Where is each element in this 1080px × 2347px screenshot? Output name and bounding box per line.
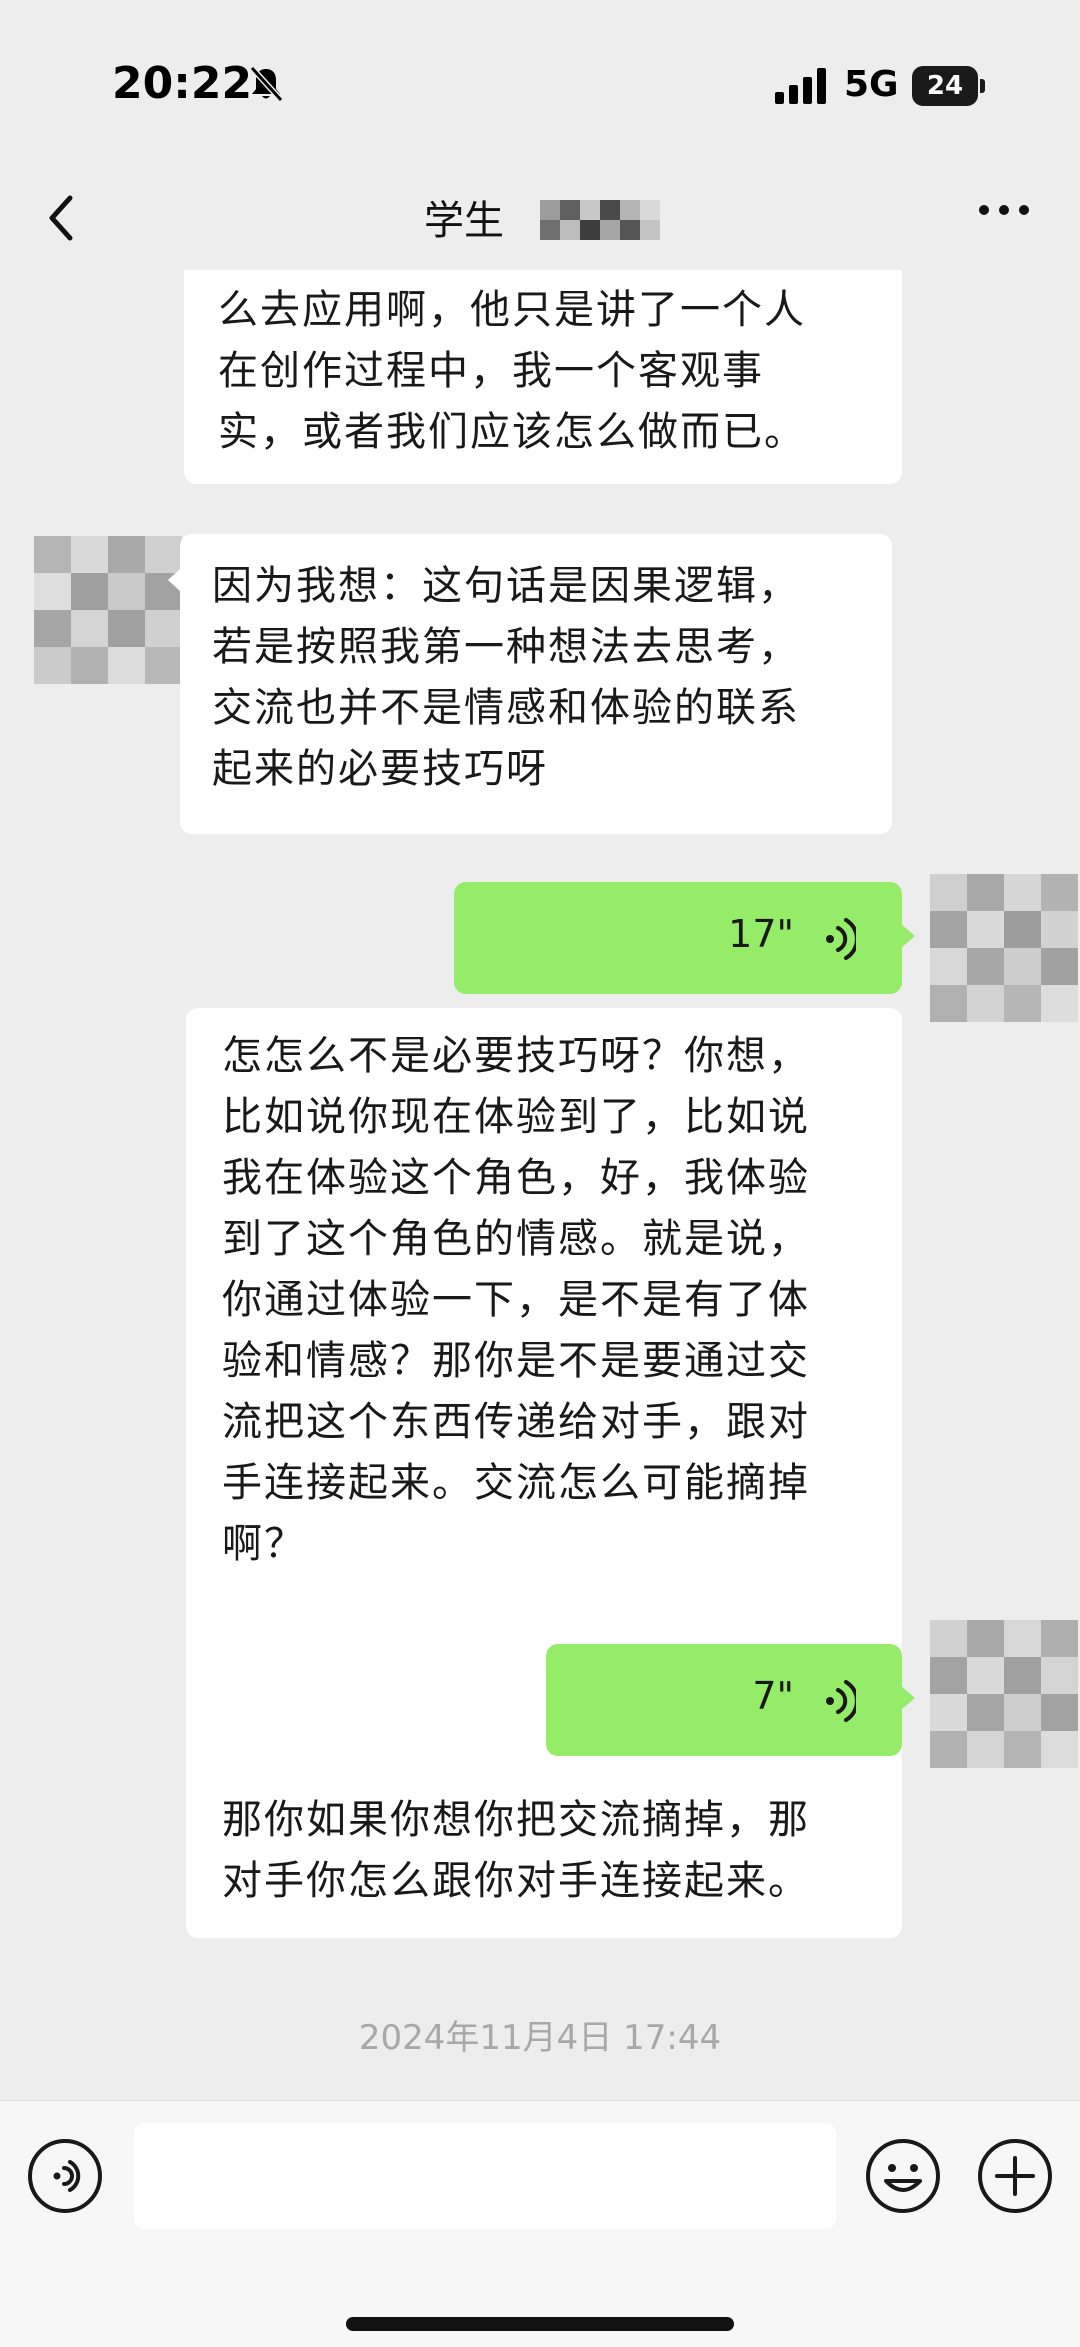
message-input[interactable] bbox=[134, 2123, 836, 2229]
bubble-tail bbox=[901, 1686, 915, 1710]
message-bubble-incoming[interactable]: 因为我想：这句话是因果逻辑， 若是按照我第一种想法去思考， 交流也并不是情感和体… bbox=[168, 534, 892, 834]
bubble-tail bbox=[901, 924, 915, 948]
battery-level: 24 bbox=[912, 66, 978, 106]
voice-duration: 17" bbox=[728, 912, 794, 956]
voice-duration: 7" bbox=[752, 1674, 794, 1718]
input-bar bbox=[0, 2100, 1080, 2347]
battery-tip bbox=[980, 79, 985, 93]
message-text: 么去应用啊，他只是讲了一个人 在创作过程中，我一个客观事 实，或者我们应该怎么做… bbox=[218, 287, 806, 455]
avatar[interactable] bbox=[930, 874, 1078, 1022]
name-mosaic bbox=[540, 200, 660, 240]
battery-icon: 24 bbox=[912, 66, 986, 106]
message-bubble-incoming[interactable]: 么去应用啊，他只是讲了一个人 在创作过程中，我一个客观事 实，或者我们应该怎么做… bbox=[184, 270, 902, 484]
voice-message-outgoing[interactable]: 7" bbox=[546, 1644, 915, 1756]
voice-wave-icon bbox=[826, 1680, 856, 1722]
plus-icon[interactable] bbox=[976, 2137, 1054, 2215]
status-time: 20:22 bbox=[112, 58, 253, 109]
bell-off-icon bbox=[249, 65, 284, 103]
message-timestamp: 2024年11月4日 17:44 bbox=[358, 2018, 722, 2058]
avatar[interactable] bbox=[34, 536, 182, 684]
avatar[interactable] bbox=[930, 1620, 1078, 1768]
signal-icon bbox=[775, 68, 826, 104]
nav-bar: 学生 bbox=[0, 170, 1080, 270]
home-indicator bbox=[346, 2317, 734, 2331]
chat-title: 学生 bbox=[424, 198, 504, 244]
status-bar: 20:22 5G 24 bbox=[0, 0, 1080, 170]
network-label: 5G bbox=[844, 64, 899, 105]
voice-message-outgoing[interactable]: 17" bbox=[454, 882, 915, 994]
message-text: 那你如果你想你把交流摘掉，那 对手你怎么跟你对手连接起来。 bbox=[222, 1797, 810, 1904]
chat-area[interactable]: 么去应用啊，他只是讲了一个人 在创作过程中，我一个客观事 实，或者我们应该怎么做… bbox=[0, 270, 1080, 2100]
voice-mode-icon[interactable] bbox=[26, 2137, 104, 2215]
message-text: 因为我想：这句话是因果逻辑， 若是按照我第一种想法去思考， 交流也并不是情感和体… bbox=[212, 563, 800, 792]
voice-wave-icon bbox=[826, 918, 856, 960]
message-text: 怎怎么不是必要技巧呀？你想， 比如说你现在体验到了，比如说 我在体验这个角色，好… bbox=[222, 1033, 810, 1567]
back-icon[interactable] bbox=[40, 188, 80, 248]
message-bubble-incoming[interactable]: 那你如果你想你把交流摘掉，那 对手你怎么跟你对手连接起来。 bbox=[186, 1770, 902, 1938]
more-icon[interactable] bbox=[976, 200, 1032, 220]
bubble-tail bbox=[168, 568, 181, 592]
emoji-icon[interactable] bbox=[864, 2137, 942, 2215]
